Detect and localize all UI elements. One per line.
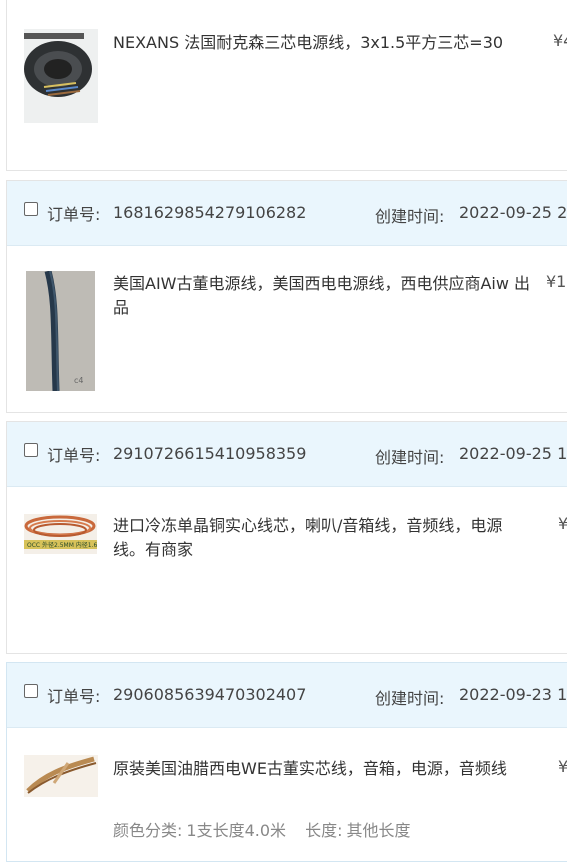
product-thumbnail[interactable] — [24, 755, 98, 797]
create-time: 2022-09-25 2 — [459, 203, 567, 222]
product-thumbnail[interactable]: c4 — [26, 271, 95, 391]
order-card: 订单号: 2906085639470302407 创建时间: 2022-09-2… — [6, 662, 567, 862]
order-number: 2910726615410958359 — [113, 444, 307, 463]
order-number: 2906085639470302407 — [113, 685, 307, 704]
product-title[interactable]: 进口冷冻单晶铜实心线芯，喇叭/音箱线，音频线，电源线。有商家 — [113, 514, 533, 562]
order-number-label: 订单号: — [47, 205, 101, 224]
order-number-label: 订单号: — [47, 687, 101, 706]
color-attr-value: 1支长度4.0米 — [186, 821, 287, 840]
create-time-label: 创建时间: — [375, 448, 445, 467]
order-card: NEXANS 法国耐克森三芯电源线，3x1.5平方三芯=30 ¥4 — [6, 0, 567, 171]
order-card: 订单号: 1681629854279106282 创建时间: 2022-09-2… — [6, 180, 567, 413]
order-header: 订单号: 2906085639470302407 创建时间: 2022-09-2… — [7, 663, 567, 728]
product-thumbnail[interactable]: OCC 外径2.5MM 内径1.6MM — [24, 514, 97, 554]
order-number-label: 订单号: — [47, 446, 101, 465]
product-attributes: 颜色分类: 1支长度4.0米 长度: 其他长度 — [113, 817, 415, 841]
create-time-label: 创建时间: — [375, 689, 445, 708]
product-title[interactable]: 美国AIW古董电源线，美国西电电源线，西电供应商Aiw 出品 — [113, 272, 533, 320]
order-checkbox[interactable] — [24, 684, 38, 698]
order-number: 1681629854279106282 — [113, 203, 307, 222]
create-time: 2022-09-23 14 — [459, 685, 567, 704]
product-thumbnail[interactable] — [24, 29, 98, 123]
order-checkbox[interactable] — [24, 202, 38, 216]
length-attr-value: 其他长度 — [346, 821, 411, 840]
length-attr-label: 长度: — [305, 821, 343, 840]
order-header: 订单号: 1681629854279106282 创建时间: 2022-09-2… — [7, 181, 567, 246]
svg-text:c4: c4 — [74, 376, 84, 385]
product-title[interactable]: NEXANS 法国耐克森三芯电源线，3x1.5平方三芯=30 — [113, 31, 533, 55]
scrollbar-track[interactable] — [562, 0, 567, 840]
color-attr-label: 颜色分类: — [113, 821, 183, 840]
order-card: 订单号: 2910726615410958359 创建时间: 2022-09-2… — [6, 421, 567, 654]
order-header: 订单号: 2910726615410958359 创建时间: 2022-09-2… — [7, 422, 567, 487]
order-checkbox[interactable] — [24, 443, 38, 457]
create-time-label: 创建时间: — [375, 207, 445, 226]
svg-text:OCC 外径2.5MM 内径1.6MM: OCC 外径2.5MM 内径1.6MM — [27, 541, 97, 549]
product-title[interactable]: 原装美国油腊西电WE古董实芯线，音箱，电源，音频线 — [113, 757, 533, 781]
create-time: 2022-09-25 18 — [459, 444, 567, 463]
